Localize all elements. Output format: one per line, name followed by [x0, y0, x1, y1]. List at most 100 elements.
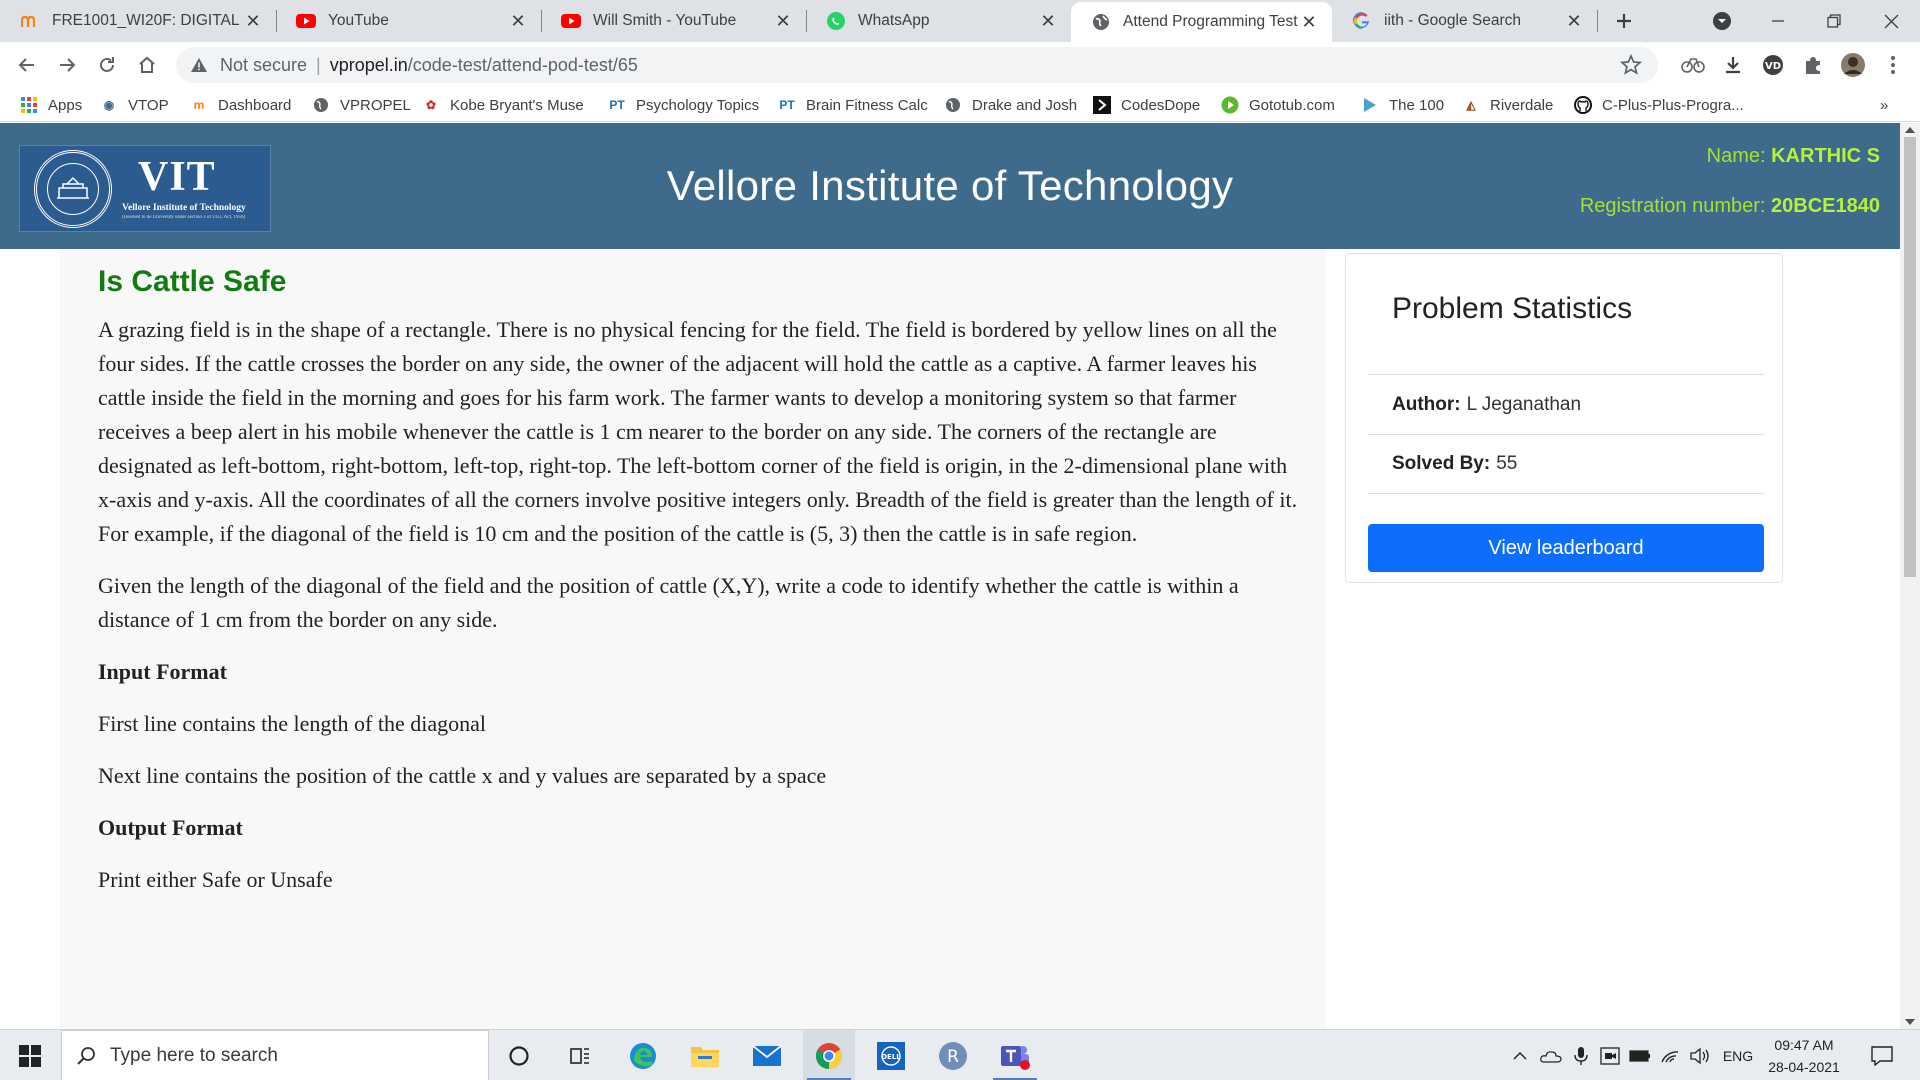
- task-view-button[interactable]: [555, 1030, 605, 1080]
- tab-search-button[interactable]: [1704, 0, 1740, 42]
- bookmark-label: Riverdale: [1490, 96, 1554, 114]
- extension-vpn-icon[interactable]: VD: [1760, 52, 1786, 78]
- home-button[interactable]: [132, 50, 162, 80]
- language-indicator[interactable]: ENG: [1718, 1030, 1758, 1080]
- google-icon: [1352, 11, 1372, 31]
- bookmarks-overflow-button[interactable]: »: [1880, 93, 1888, 117]
- show-hidden-icons[interactable]: [1508, 1030, 1532, 1080]
- riverdale-icon: ◭: [1466, 98, 1476, 112]
- puzzle-icon[interactable]: [1800, 52, 1826, 78]
- back-button[interactable]: [12, 50, 42, 80]
- chrome-app[interactable]: [803, 1030, 855, 1080]
- tab-whatsapp[interactable]: WhatsApp ✕: [806, 0, 1071, 42]
- notification-button[interactable]: [1862, 1030, 1902, 1080]
- taskbar-search[interactable]: Type here to search: [61, 1030, 489, 1080]
- bookmark-riverdale[interactable]: ◭ Riverdale: [1462, 93, 1553, 117]
- address-bar[interactable]: Not secure | vpropel.in/code-test/attend…: [176, 47, 1658, 83]
- tab-youtube[interactable]: YouTube ✕: [276, 0, 542, 42]
- bookmark-vpropel[interactable]: VPROPEL: [312, 93, 411, 117]
- scrollbar-thumb[interactable]: [1904, 137, 1916, 577]
- bookmark-codesdope[interactable]: CodesDope: [1093, 93, 1200, 117]
- close-icon: [1884, 14, 1898, 28]
- close-icon[interactable]: ✕: [242, 10, 264, 32]
- file-explorer-app[interactable]: [679, 1030, 731, 1080]
- reload-button[interactable]: [92, 50, 122, 80]
- clock[interactable]: 09:47 AM 28-04-2021: [1760, 1030, 1848, 1080]
- bookmark-label: Brain Fitness Calc: [806, 96, 928, 114]
- bookmark-label: Apps: [48, 96, 83, 114]
- new-tab-button[interactable]: [1604, 0, 1644, 42]
- clock-time: 09:47 AM: [1774, 1036, 1834, 1053]
- start-button[interactable]: [0, 1030, 60, 1080]
- microphone-icon[interactable]: [1568, 1030, 1594, 1080]
- close-icon[interactable]: ✕: [772, 10, 794, 32]
- problem-description: A grazing field is in the shape of a rec…: [98, 313, 1298, 915]
- bookmark-apps[interactable]: Apps: [20, 93, 82, 117]
- bookmark-psychology[interactable]: PT Psychology Topics: [608, 93, 759, 117]
- forward-button[interactable]: [52, 50, 82, 80]
- restore-button[interactable]: [1812, 0, 1856, 42]
- onedrive-icon[interactable]: [1536, 1030, 1566, 1080]
- close-window-button[interactable]: [1866, 0, 1916, 42]
- tab-title: Will Smith - YouTube: [593, 12, 737, 29]
- problem-statistics-card: Problem Statistics Author: L Jeganathan S…: [1345, 253, 1783, 583]
- close-icon[interactable]: ✕: [1563, 10, 1585, 32]
- stats-solved-by: Solved By: 55: [1368, 434, 1764, 494]
- minimize-icon: [1772, 20, 1784, 22]
- bookmark-dashboard[interactable]: m Dashboard: [190, 93, 292, 117]
- bookmark-github[interactable]: C-Plus-Plus-Progra...: [1574, 93, 1744, 117]
- avatar[interactable]: [1840, 52, 1866, 78]
- tab-google-search[interactable]: iith - Google Search ✕: [1332, 0, 1598, 42]
- minimize-button[interactable]: [1756, 0, 1800, 42]
- meet-now-icon[interactable]: [1596, 1030, 1624, 1080]
- warning-icon[interactable]: [190, 57, 212, 73]
- mail-app[interactable]: [741, 1030, 793, 1080]
- tab-fre1001[interactable]: FRE1001_WI20F: DIGITAL AS ✕: [0, 0, 277, 42]
- play-icon: [1361, 96, 1379, 114]
- notification-icon: [1871, 1045, 1893, 1066]
- taskbar: Type here to search DELL R ENG 09:47 AM …: [0, 1029, 1920, 1080]
- url-path: /code-test/attend-pod-test/65: [407, 54, 638, 75]
- stats-author: Author: L Jeganathan: [1368, 374, 1764, 434]
- problem-panel: Is Cattle Safe A grazing field is in the…: [60, 249, 1326, 1029]
- double-chevron-icon: »: [1880, 96, 1889, 114]
- bookmark-gototub[interactable]: Gototub.com: [1221, 93, 1335, 117]
- menu-icon[interactable]: [1880, 52, 1906, 78]
- bookmark-brain-fitness[interactable]: PT Brain Fitness Calc: [778, 93, 928, 117]
- extension-icon[interactable]: [1680, 52, 1706, 78]
- vtop-icon: ◉: [103, 98, 115, 112]
- page-scrollbar[interactable]: [1900, 123, 1920, 1029]
- bookmark-kobe[interactable]: ✿ Kobe Bryant's Muse: [422, 93, 584, 117]
- github-icon: [1574, 96, 1592, 114]
- teams-app[interactable]: [989, 1030, 1041, 1080]
- bookmark-label: Dashboard: [218, 96, 292, 114]
- tab-will-smith[interactable]: Will Smith - YouTube ✕: [541, 0, 807, 42]
- teams-icon: [1001, 1045, 1030, 1070]
- close-icon[interactable]: ✕: [1298, 11, 1320, 33]
- cortana-button[interactable]: [494, 1030, 544, 1080]
- tab-attend-programming-test[interactable]: Attend Programming Test ✕: [1071, 2, 1332, 42]
- view-leaderboard-button[interactable]: View leaderboard: [1368, 524, 1764, 572]
- bookmark-vtop[interactable]: ◉ VTOP: [100, 93, 169, 117]
- bookmark-drake-josh[interactable]: Drake and Josh: [944, 93, 1077, 117]
- bookmark-label: VTOP: [128, 96, 169, 114]
- svg-text:VD: VD: [1765, 61, 1781, 72]
- task-view-icon: [570, 1047, 589, 1064]
- bookmark-star-icon[interactable]: [1619, 53, 1643, 81]
- edge-app[interactable]: [617, 1030, 669, 1080]
- folder-icon: [691, 1046, 719, 1067]
- wifi-icon[interactable]: [1656, 1030, 1684, 1080]
- globe-icon: [1091, 12, 1111, 32]
- dell-app[interactable]: DELL: [865, 1030, 917, 1080]
- volume-icon[interactable]: [1686, 1030, 1714, 1080]
- bookmark-label: Kobe Bryant's Muse: [450, 96, 584, 114]
- download-icon[interactable]: [1720, 52, 1746, 78]
- stats-title: Problem Statistics: [1392, 292, 1633, 325]
- output-format-heading: Output Format: [98, 815, 243, 840]
- r-app[interactable]: R: [927, 1030, 979, 1080]
- close-icon[interactable]: ✕: [1037, 10, 1059, 32]
- close-icon[interactable]: ✕: [507, 10, 529, 32]
- battery-icon[interactable]: [1626, 1030, 1654, 1080]
- bookmark-the-100[interactable]: The 100: [1361, 93, 1444, 117]
- tab-title: WhatsApp: [858, 12, 930, 29]
